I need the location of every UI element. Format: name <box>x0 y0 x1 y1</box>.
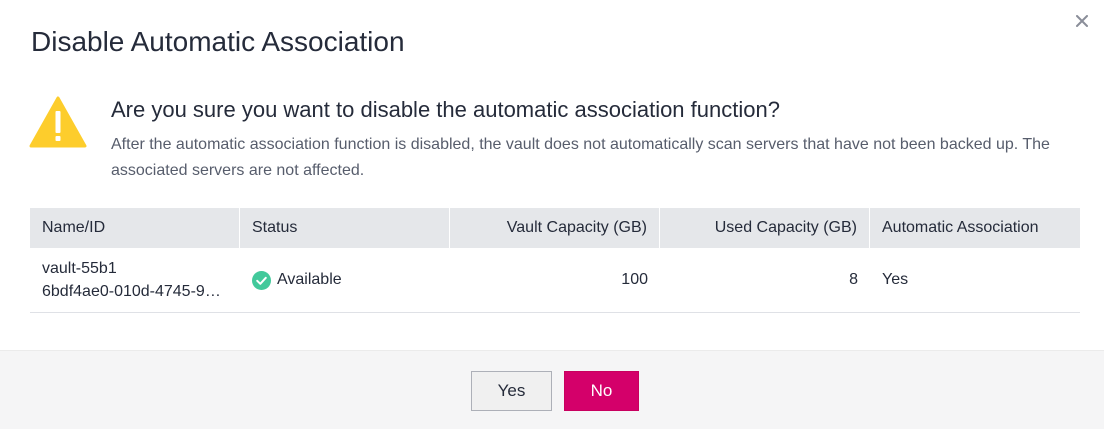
column-header-name-id: Name/ID <box>30 208 240 248</box>
column-header-status: Status <box>240 208 450 248</box>
yes-button[interactable]: Yes <box>471 371 552 411</box>
column-header-auto-association: Automatic Association <box>882 219 1039 236</box>
status-cell: Available <box>240 248 450 312</box>
table-row: vault-55b1 6bdf4ae0-010d-4745-9a32 Avail… <box>30 248 1080 313</box>
name-id-cell: vault-55b1 6bdf4ae0-010d-4745-9a32 <box>30 248 240 312</box>
check-circle-icon <box>252 270 271 290</box>
vault-name: vault-55b1 <box>42 260 117 277</box>
confirm-description: After the automatic association function… <box>111 136 1050 179</box>
dialog-title: Disable Automatic Association <box>31 26 405 57</box>
vault-capacity-cell: 100 <box>621 271 648 288</box>
disable-association-dialog: Disable Automatic Association Are you su… <box>0 0 1104 429</box>
vault-id: 6bdf4ae0-010d-4745-9a32 <box>42 283 228 300</box>
warning-icon <box>29 96 87 148</box>
dialog-footer: Yes No <box>0 350 1104 429</box>
column-header-vault-capacity: Vault Capacity (GB) <box>450 208 660 248</box>
column-header-used-capacity: Used Capacity (GB) <box>660 208 870 248</box>
status-text: Available <box>277 271 342 288</box>
confirm-question: Are you sure you want to disable the aut… <box>111 97 780 122</box>
vault-table: Name/ID Status Vault Capacity (GB) Used … <box>30 208 1080 313</box>
used-capacity-cell: 8 <box>849 271 858 288</box>
table-header: Name/ID Status Vault Capacity (GB) Used … <box>30 208 1080 248</box>
close-icon[interactable] <box>1072 11 1092 31</box>
no-button[interactable]: No <box>564 371 639 411</box>
auto-association-cell: Yes <box>882 271 909 288</box>
